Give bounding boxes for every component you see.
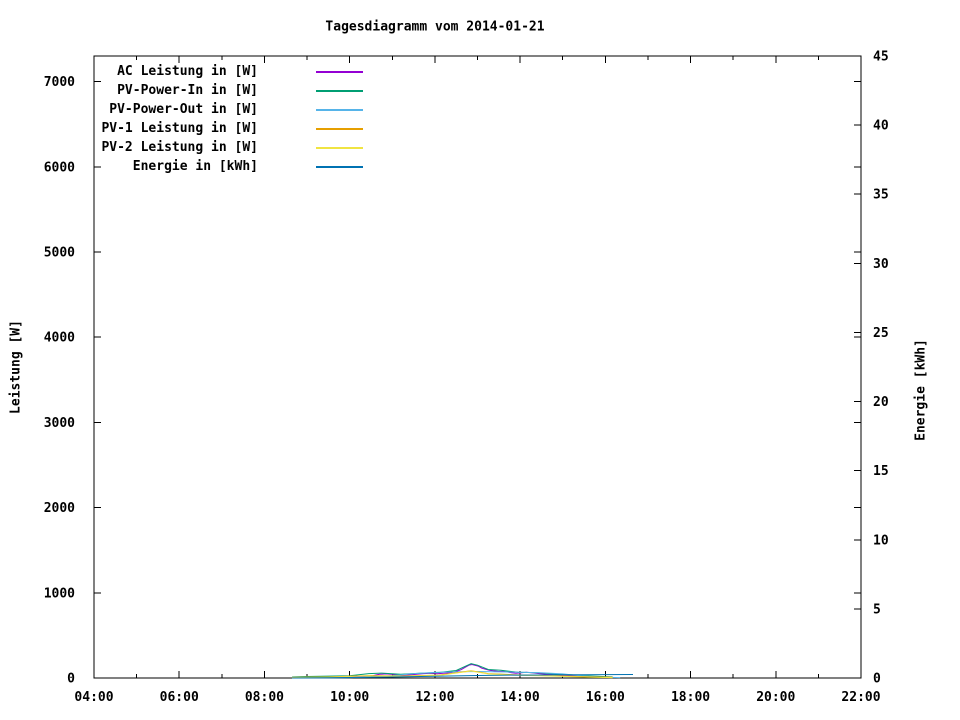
x-tick-label: 20:00 bbox=[756, 690, 795, 705]
legend-item: PV-2 Leistung in [W] bbox=[93, 138, 363, 157]
y-tick-label: 3000 bbox=[44, 416, 75, 431]
x-tick-label: 10:00 bbox=[330, 690, 369, 705]
chart: Tagesdiagramm vom 2014-01-21 Leistung [W… bbox=[0, 0, 960, 720]
y2-tick-label: 30 bbox=[873, 257, 889, 272]
y2-tick-label: 20 bbox=[873, 395, 889, 410]
x-tick-label: 04:00 bbox=[74, 690, 113, 705]
y2-tick-label: 45 bbox=[873, 50, 889, 65]
legend-swatch-line bbox=[316, 108, 363, 111]
legend-swatch-line bbox=[316, 146, 363, 149]
legend-swatch-line bbox=[316, 89, 363, 92]
legend-swatch-line bbox=[316, 70, 363, 73]
legend-label: PV-2 Leistung in [W] bbox=[101, 140, 258, 155]
x-tick-label: 12:00 bbox=[415, 690, 454, 705]
legend-label: AC Leistung in [W] bbox=[117, 64, 258, 79]
legend-label: PV-1 Leistung in [W] bbox=[101, 121, 258, 136]
legend-item: PV-Power-In in [W] bbox=[93, 81, 363, 100]
x-tick-label: 14:00 bbox=[501, 690, 540, 705]
y-tick-label: 4000 bbox=[44, 331, 75, 346]
x-tick-label: 16:00 bbox=[586, 690, 625, 705]
y-tick-label: 5000 bbox=[44, 245, 75, 260]
x-tick-label: 06:00 bbox=[160, 690, 199, 705]
legend-label: PV-Power-In in [W] bbox=[117, 83, 258, 98]
y-tick-label: 6000 bbox=[44, 160, 75, 175]
y2-tick-label: 25 bbox=[873, 326, 889, 341]
legend-item: AC Leistung in [W] bbox=[93, 62, 363, 81]
legend-item: PV-1 Leistung in [W] bbox=[93, 119, 363, 138]
x-tick-label: 22:00 bbox=[841, 690, 880, 705]
legend-label: PV-Power-Out in [W] bbox=[109, 102, 258, 117]
y2-tick-label: 40 bbox=[873, 119, 889, 134]
y2-tick-label: 15 bbox=[873, 464, 889, 479]
y-tick-label: 2000 bbox=[44, 501, 75, 516]
y-tick-label: 1000 bbox=[44, 586, 75, 601]
y-tick-label: 7000 bbox=[44, 75, 75, 90]
legend-item: Energie in [kWh] bbox=[93, 157, 363, 176]
legend-swatch-line bbox=[316, 127, 363, 130]
legend-swatch-line bbox=[316, 165, 363, 168]
y-tick-label: 0 bbox=[67, 672, 75, 687]
y2-tick-label: 5 bbox=[873, 602, 881, 617]
legend-label: Energie in [kWh] bbox=[132, 159, 258, 174]
x-tick-label: 18:00 bbox=[671, 690, 710, 705]
y2-tick-label: 35 bbox=[873, 188, 889, 203]
y2-tick-label: 0 bbox=[873, 672, 881, 687]
legend-item: PV-Power-Out in [W] bbox=[93, 100, 363, 119]
y2-tick-label: 10 bbox=[873, 533, 889, 548]
x-tick-label: 08:00 bbox=[245, 690, 284, 705]
legend: AC Leistung in [W] PV-Power-In in [W] PV… bbox=[93, 62, 363, 176]
